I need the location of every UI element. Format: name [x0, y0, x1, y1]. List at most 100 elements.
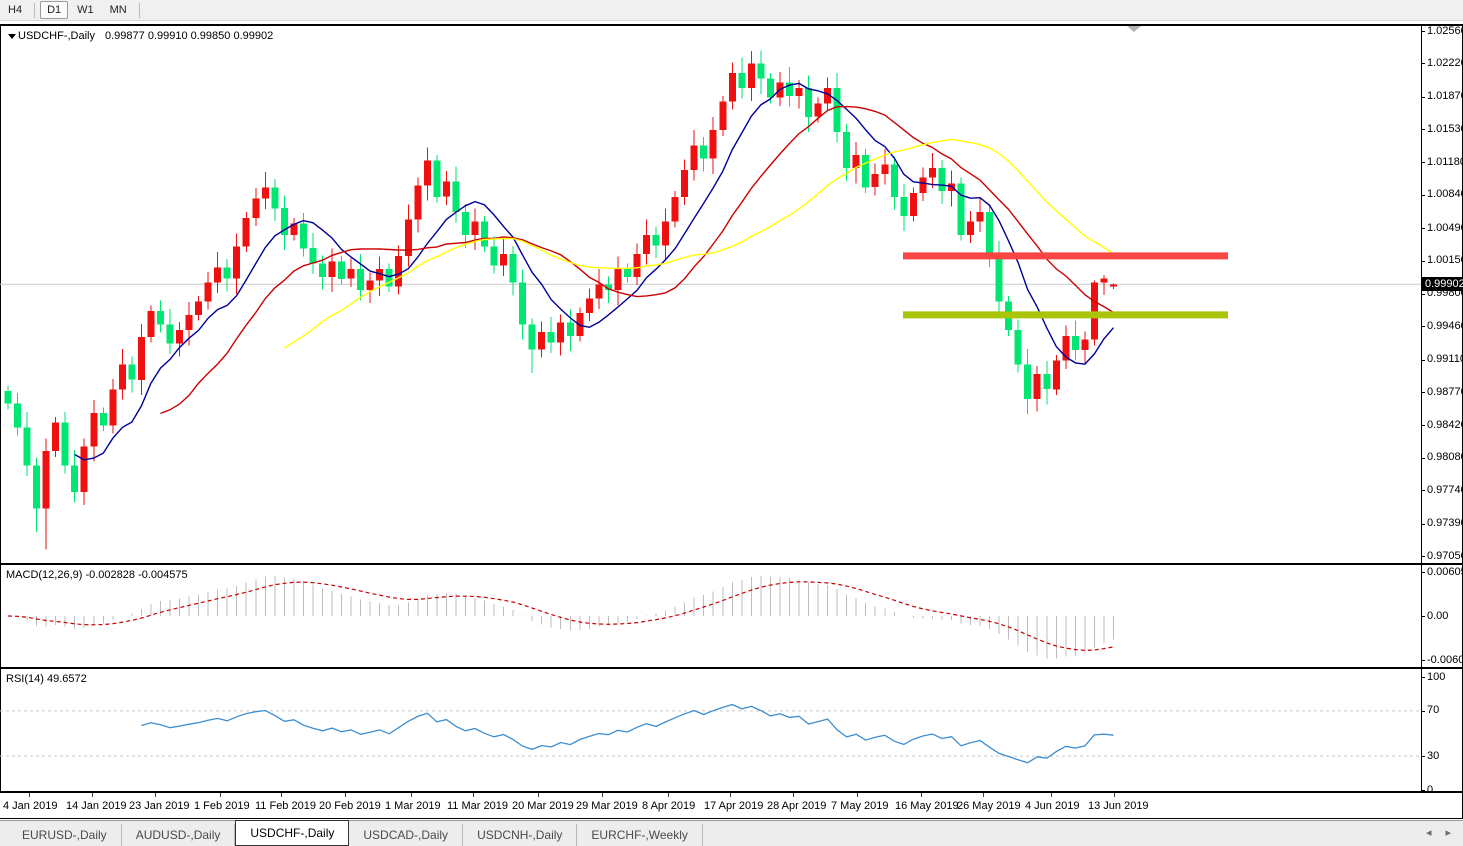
macd-scale-tick — [1421, 660, 1425, 661]
rsi-scale-label: 30 — [1427, 750, 1439, 763]
candle — [81, 446, 88, 492]
candle — [310, 248, 317, 263]
symbol-period-label: USDCHF-,Daily — [18, 30, 95, 42]
candle — [691, 145, 698, 170]
candle — [881, 164, 888, 174]
date-axis-tick — [538, 793, 539, 797]
candle — [910, 193, 917, 216]
date-axis-tick — [857, 793, 858, 797]
candle — [729, 73, 736, 102]
date-axis-tick — [345, 793, 346, 797]
toolbar-divider — [34, 3, 35, 18]
candle — [738, 73, 745, 88]
date-axis-tick — [983, 793, 984, 797]
date-axis-label: 20 Feb 2019 — [319, 800, 381, 812]
candle — [567, 323, 574, 336]
candle — [157, 311, 164, 324]
tab-scroll-left-icon[interactable]: ◂ — [1426, 826, 1432, 839]
date-axis-label: 29 Mar 2019 — [576, 800, 638, 812]
candle — [1091, 283, 1098, 340]
chart-title: USDCHF-,Daily 0.99877 0.99910 0.99850 0.… — [8, 30, 273, 42]
candle — [119, 365, 126, 390]
chart-tab-eurusd-daily[interactable]: EURUSD-,Daily — [8, 824, 122, 846]
tab-scroll-right-icon[interactable]: ▸ — [1445, 826, 1451, 839]
candle — [90, 413, 97, 446]
rsi-label: RSI(14) 49.6572 — [6, 673, 87, 685]
price-scale-label: 1.02560 — [1427, 25, 1463, 38]
date-axis-label: 7 May 2019 — [831, 800, 888, 812]
candle — [891, 164, 898, 196]
price-scale-label: 0.98420 — [1427, 419, 1463, 432]
candle — [195, 302, 202, 315]
candle — [748, 63, 755, 88]
candle — [805, 88, 812, 117]
price-scale-label: 1.00840 — [1427, 188, 1463, 201]
candle — [319, 264, 326, 277]
timeframe-toolbar: H4 D1W1MN — [0, 0, 1463, 21]
chart-tab-eurchf-weekly[interactable]: EURCHF-,Weekly — [577, 824, 702, 846]
date-axis-label: 17 Apr 2019 — [704, 800, 763, 812]
candle — [329, 262, 336, 277]
candle — [24, 427, 31, 465]
candle — [653, 235, 660, 246]
candle — [176, 330, 183, 343]
symbol-dropdown[interactable]: USDCHF-,Daily — [8, 30, 95, 42]
timeframe-button-d1[interactable]: D1 — [40, 1, 68, 19]
candle — [958, 184, 965, 236]
date-axis-label: 11 Feb 2019 — [255, 800, 316, 812]
candle — [205, 283, 212, 302]
date-axis-tick — [473, 793, 474, 797]
date-axis-tick — [281, 793, 282, 797]
date-axis-label: 14 Jan 2019 — [66, 800, 127, 812]
candle — [595, 284, 602, 298]
candle — [1053, 361, 1060, 390]
date-axis-tick — [92, 793, 93, 797]
chart-tab-usdcad-daily[interactable]: USDCAD-,Daily — [349, 824, 463, 846]
candle — [700, 145, 707, 158]
price-scale-tick — [1421, 326, 1425, 327]
main-chart-canvas[interactable] — [0, 26, 1421, 563]
macd-indicator-canvas[interactable] — [0, 565, 1421, 667]
date-axis-tick — [411, 793, 412, 797]
chart-tab-usdchf-daily[interactable]: USDCHF-,Daily — [235, 820, 349, 846]
ohlc-values: 0.99877 0.99910 0.99850 0.99902 — [105, 30, 273, 42]
chart-tab-bar: EURUSD-,DailyAUDUSD-,DailyUSDCHF-,DailyU… — [0, 820, 1463, 846]
candle — [1043, 374, 1050, 389]
macd-scale-label: -0.006096 — [1427, 654, 1463, 667]
candle — [919, 178, 926, 193]
timeframe-button-mn[interactable]: MN — [103, 1, 134, 19]
candle — [967, 222, 974, 235]
candle — [262, 187, 269, 198]
candle — [62, 423, 69, 466]
rsi-indicator-canvas[interactable] — [0, 669, 1421, 791]
rsi-scale-tick — [1421, 711, 1425, 712]
rsi-line — [141, 705, 1113, 763]
price-scale-label: 0.97390 — [1427, 517, 1463, 530]
candle — [43, 451, 50, 508]
date-axis-label: 23 Jan 2019 — [129, 800, 190, 812]
rsi-scale-tick — [1421, 677, 1425, 678]
candle — [100, 413, 107, 425]
rsi-scale-label: 0 — [1427, 784, 1433, 797]
date-axis[interactable]: 4 Jan 201914 Jan 201923 Jan 20191 Feb 20… — [0, 793, 1421, 818]
candle — [672, 197, 679, 222]
rsi-scale-tick — [1421, 790, 1425, 791]
candle — [300, 224, 307, 249]
date-axis-tick — [29, 793, 30, 797]
date-axis-tick — [155, 793, 156, 797]
candle — [452, 182, 459, 213]
candle — [862, 155, 869, 187]
price-scale-tick — [1421, 392, 1425, 393]
candle — [757, 63, 764, 78]
candle — [938, 168, 945, 191]
timeframe-button-w1[interactable]: W1 — [70, 1, 101, 19]
candle — [1100, 279, 1107, 283]
price-scale-label: 1.01870 — [1427, 90, 1463, 103]
chart-tab-audusd-daily[interactable]: AUDUSD-,Daily — [122, 824, 236, 846]
date-axis-tick — [1051, 793, 1052, 797]
timeframe-button-h4[interactable]: H4 — [1, 1, 29, 19]
chart-tab-usdcnh-daily[interactable]: USDCNH-,Daily — [463, 824, 577, 846]
candle — [662, 222, 669, 246]
date-axis-label: 16 May 2019 — [895, 800, 959, 812]
price-scale-label: 1.02220 — [1427, 57, 1463, 70]
